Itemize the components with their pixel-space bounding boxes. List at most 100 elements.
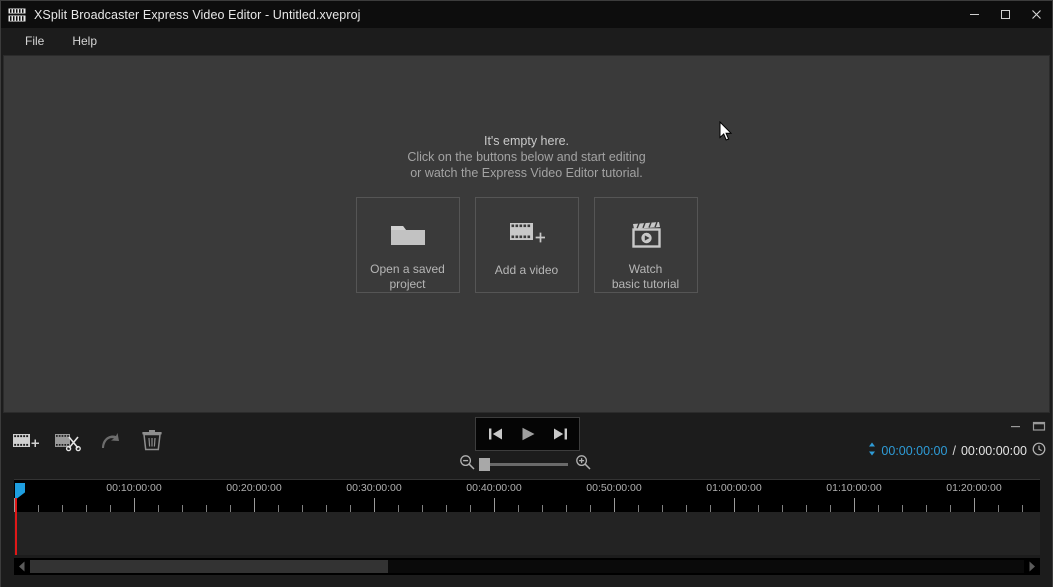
empty-state-message: It's empty here. Click on the buttons be…: [4, 133, 1049, 181]
ruler-major-tick: [974, 498, 975, 512]
ruler-minor-tick: [638, 505, 639, 512]
ruler-minor-tick: [830, 505, 831, 512]
ruler-label: 00:50:00:00: [586, 482, 642, 494]
undo-button[interactable]: [95, 426, 124, 455]
ruler-minor-tick: [422, 505, 423, 512]
ruler-major-tick: [14, 498, 15, 512]
ruler-label: 01:10:00:00: [826, 482, 882, 494]
ruler-label: 00:20:00:00: [226, 482, 282, 494]
timeline[interactable]: 00:10:00:00 00:20:00:00 00:30:00:00 00:40:0…: [14, 479, 1040, 555]
empty-state-line3: or watch the Express Video Editor tutori…: [410, 166, 643, 180]
ruler-minor-tick: [86, 505, 87, 512]
add-a-video-button[interactable]: Add a video: [474, 197, 579, 293]
open-saved-project-label: Open a saved project: [370, 262, 445, 291]
ruler-minor-tick: [566, 505, 567, 512]
delete-button[interactable]: [137, 426, 166, 455]
edit-toolbar: [11, 426, 166, 455]
ruler-major-tick: [134, 498, 135, 512]
clock-icon[interactable]: [1032, 442, 1046, 459]
ruler-minor-tick: [782, 505, 783, 512]
maximize-button[interactable]: [990, 1, 1021, 28]
ruler-minor-tick: [518, 505, 519, 512]
title-bar: XSplit Broadcaster Express Video Editor …: [1, 1, 1052, 28]
split-clip-button[interactable]: [53, 426, 82, 455]
add-media-button[interactable]: [11, 426, 40, 455]
ruler-major-tick: [734, 498, 735, 512]
clapperboard-play-icon: [624, 216, 668, 253]
empty-state-title: It's empty here.: [483, 134, 570, 148]
timeline-track-area[interactable]: [14, 512, 1040, 555]
up-down-arrows-icon[interactable]: [868, 442, 876, 459]
collapse-panel-icon[interactable]: [1009, 419, 1023, 433]
watch-basic-tutorial-label: Watch basic tutorial: [611, 262, 680, 291]
total-timecode: 00:00:00:00: [960, 443, 1027, 458]
ruler-label: 00:10:00:00: [106, 482, 162, 494]
ruler-minor-tick: [758, 505, 759, 512]
expand-panel-icon[interactable]: [1032, 419, 1046, 433]
timecode-display: 00:00:00:00 / 00:00:00:00: [868, 442, 1046, 459]
ruler-minor-tick: [350, 505, 351, 512]
ruler-minor-tick: [1022, 505, 1023, 512]
ruler-minor-tick: [302, 505, 303, 512]
timeline-zoom-controls: [459, 454, 601, 474]
ruler-label: 01:20:00:00: [946, 482, 1002, 494]
empty-state-actions: Open a saved project Add a video Watch b…: [4, 197, 1049, 293]
ruler-minor-tick: [926, 505, 927, 512]
timecode-separator: /: [952, 443, 956, 458]
menu-bar: File Help: [1, 28, 1052, 54]
previous-frame-button[interactable]: [485, 423, 507, 445]
scrollbar-thumb[interactable]: [30, 560, 388, 573]
preview-panel: It's empty here. Click on the buttons be…: [3, 55, 1050, 413]
clapperboard-icon: [8, 7, 26, 23]
ruler-major-tick: [494, 498, 495, 512]
ruler-major-tick: [374, 498, 375, 512]
add-a-video-label: Add a video: [494, 263, 559, 277]
zoom-out-icon[interactable]: [459, 454, 475, 475]
ruler-major-tick: [854, 498, 855, 512]
ruler-minor-tick: [278, 505, 279, 512]
ruler-minor-tick: [902, 505, 903, 512]
ruler-minor-tick: [542, 505, 543, 512]
menu-item-file[interactable]: File: [14, 30, 55, 52]
folder-icon: [386, 216, 430, 253]
close-button[interactable]: [1021, 1, 1052, 28]
scrollbar-trough[interactable]: [30, 560, 1024, 573]
open-saved-project-button[interactable]: Open a saved project: [355, 197, 460, 293]
video-editor-window: XSplit Broadcaster Express Video Editor …: [0, 0, 1053, 587]
minimize-button[interactable]: [959, 1, 990, 28]
ruler-minor-tick: [158, 505, 159, 512]
scroll-left-arrow-icon[interactable]: [14, 558, 30, 575]
zoom-slider-handle[interactable]: [479, 457, 490, 471]
zoom-in-icon[interactable]: [575, 454, 591, 475]
ruler-minor-tick: [470, 505, 471, 512]
ruler-minor-tick: [398, 505, 399, 512]
ruler-minor-tick: [686, 505, 687, 512]
film-plus-icon: [505, 216, 549, 254]
ruler-minor-tick: [950, 505, 951, 512]
ruler-label: 00:30:00:00: [346, 482, 402, 494]
ruler-major-tick: [254, 498, 255, 512]
play-button[interactable]: [517, 423, 539, 445]
ruler-minor-tick: [878, 505, 879, 512]
timeline-scrollbar[interactable]: [14, 558, 1040, 575]
ruler-minor-tick: [206, 505, 207, 512]
menu-item-help[interactable]: Help: [61, 30, 108, 52]
current-timecode[interactable]: 00:00:00:00: [881, 444, 947, 458]
panel-controls: [1009, 419, 1046, 433]
ruler-major-tick: [614, 498, 615, 512]
ruler-minor-tick: [806, 505, 807, 512]
ruler-minor-tick: [110, 505, 111, 512]
zoom-slider[interactable]: [479, 457, 568, 471]
scroll-right-arrow-icon[interactable]: [1024, 558, 1040, 575]
ruler-minor-tick: [62, 505, 63, 512]
ruler-minor-tick: [446, 505, 447, 512]
watch-basic-tutorial-button[interactable]: Watch basic tutorial: [593, 197, 698, 293]
ruler-minor-tick: [326, 505, 327, 512]
ruler-minor-tick: [182, 505, 183, 512]
ruler-minor-tick: [998, 505, 999, 512]
timeline-ruler[interactable]: 00:10:00:00 00:20:00:00 00:30:00:00 00:40:0…: [14, 480, 1040, 512]
transport-controls: [475, 417, 580, 451]
next-frame-button[interactable]: [549, 423, 571, 445]
ruler-minor-tick: [38, 505, 39, 512]
window-controls: [959, 1, 1052, 28]
